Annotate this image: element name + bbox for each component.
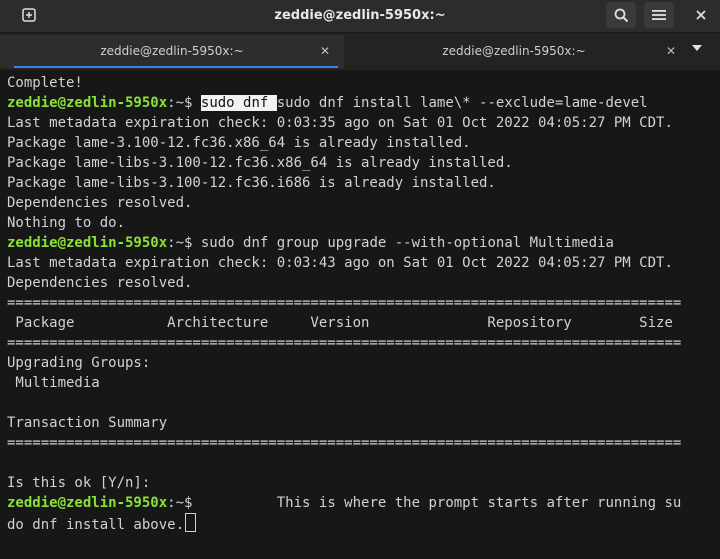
terminal-line: Package lame-libs-3.100-12.fc36.x86_64 i… (7, 155, 513, 171)
tab-label: zeddie@zedlin-5950x:~ (100, 44, 244, 58)
title-bar: zeddie@zedlin-5950x:~ (0, 0, 720, 33)
prompt-suffix: :~$ (167, 95, 193, 111)
separator-line: ========================================… (7, 295, 682, 311)
prompt-user: zeddie@zedlin-5950x (7, 235, 168, 251)
terminal-line: Last metadata expiration check: 0:03:35 … (7, 115, 673, 131)
prompt-user: zeddie@zedlin-5950x (7, 495, 168, 511)
prompt-suffix: :~$ (167, 495, 193, 511)
prompt-suffix: :~$ (167, 235, 193, 251)
search-icon (614, 8, 628, 22)
tab-inactive[interactable]: zeddie@zedlin-5950x:~ ✕ (344, 35, 684, 68)
close-icon (696, 10, 706, 20)
chevron-down-icon[interactable] (692, 45, 702, 51)
terminal-line: Transaction Summary (7, 415, 168, 431)
tab-label: zeddie@zedlin-5950x:~ (442, 44, 586, 58)
terminal-line: Is this ok [Y/n]: (7, 475, 151, 491)
terminal-line: Dependencies resolved. (7, 195, 193, 211)
text-cursor (185, 513, 197, 532)
terminal-line: Package lame-libs-3.100-12.fc36.i686 is … (7, 175, 496, 191)
terminal-line: Upgrading Groups: (7, 355, 151, 371)
selected-text: sudo dnf (200, 95, 277, 111)
tab-close-button[interactable]: ✕ (666, 35, 676, 68)
terminal-line: Complete! (7, 75, 83, 91)
hamburger-menu-icon (652, 10, 666, 20)
separator-line: ========================================… (7, 335, 682, 351)
tab-close-button[interactable]: ✕ (320, 35, 330, 68)
terminal-line: Last metadata expiration check: 0:03:43 … (7, 255, 673, 271)
typed-text: do dnf install above. (7, 517, 185, 533)
close-window-button[interactable] (686, 2, 716, 28)
terminal-line: Dependencies resolved. (7, 275, 193, 291)
typed-text: This is where the prompt starts after ru… (192, 495, 682, 511)
search-button[interactable] (606, 2, 636, 28)
command-text: sudo dnf install lame\* --exclude=lame-d… (276, 95, 648, 111)
terminal-line: zeddie@zedlin-5950x:~$ sudo dnf group up… (7, 233, 614, 253)
prompt-user: zeddie@zedlin-5950x (7, 95, 168, 111)
tab-bar: zeddie@zedlin-5950x:~ ✕ zeddie@zedlin-59… (0, 33, 720, 70)
command-text: sudo dnf group upgrade --with-optional M… (192, 235, 614, 251)
separator-line: ========================================… (7, 435, 682, 451)
terminal-line: Multimedia (7, 375, 100, 391)
terminal-line: zeddie@zedlin-5950x:~$ sudo dnf sudo dnf… (7, 93, 648, 113)
terminal-line: zeddie@zedlin-5950x:~$ This is where the… (7, 493, 681, 513)
table-header: Package Architecture Version Repository … (7, 315, 673, 331)
terminal-line: Nothing to do. (7, 215, 126, 231)
terminal-window: zeddie@zedlin-5950x:~ zeddie@zedlin-5950… (0, 0, 720, 559)
menu-button[interactable] (644, 2, 674, 28)
terminal-line: Package lame-3.100-12.fc36.x86_64 is alr… (7, 135, 471, 151)
terminal-line: do dnf install above. (7, 513, 197, 533)
terminal-output[interactable]: Complete! zeddie@zedlin-5950x:~$ sudo dn… (0, 72, 720, 559)
active-tab-indicator (14, 66, 338, 68)
tab-active[interactable]: zeddie@zedlin-5950x:~ ✕ (0, 35, 344, 68)
